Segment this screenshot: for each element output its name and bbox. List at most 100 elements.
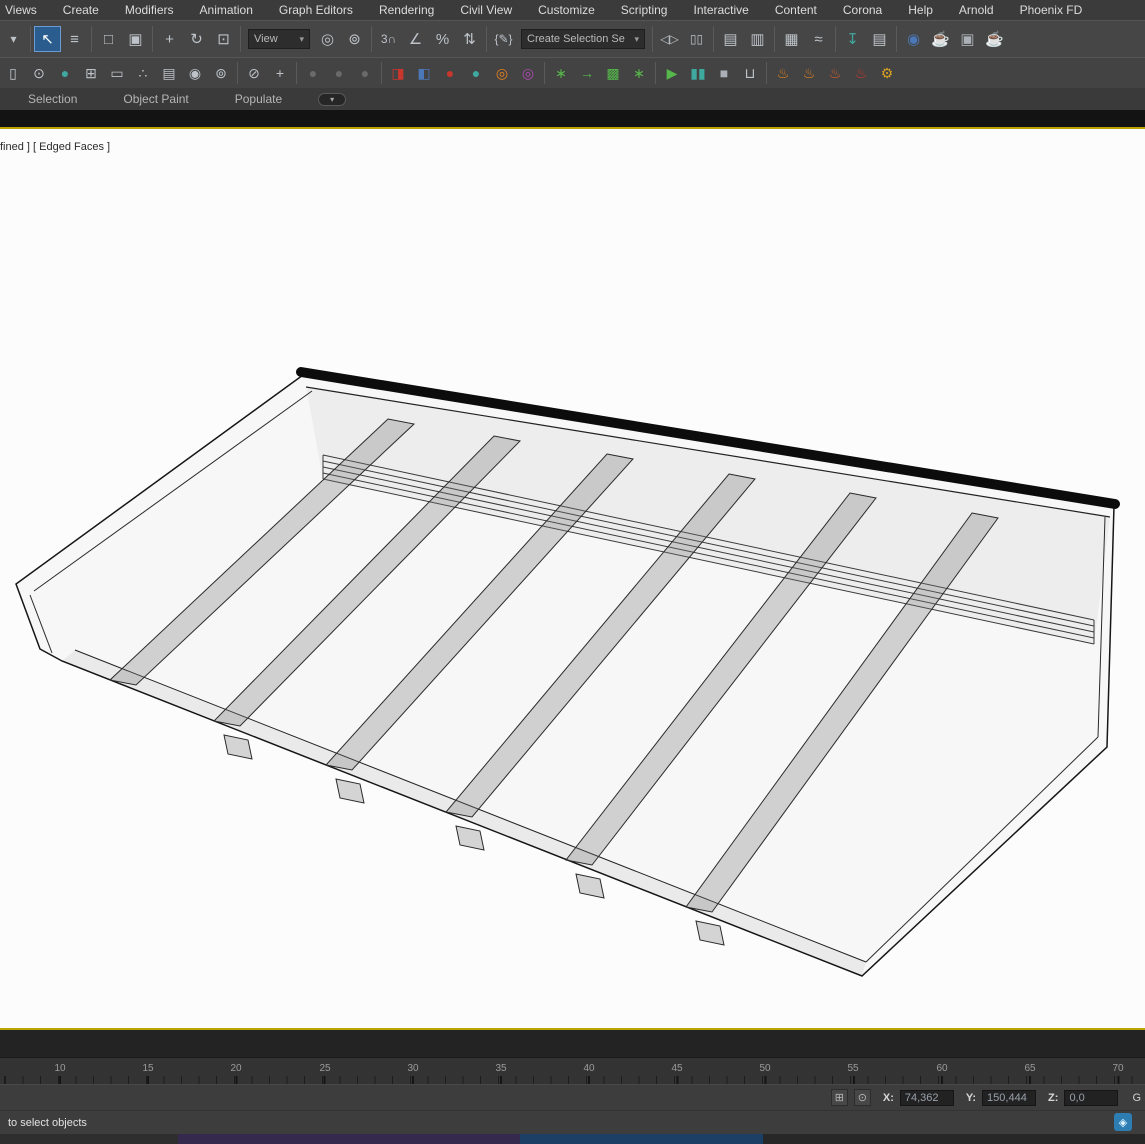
menu-item-civil-view[interactable]: Civil View xyxy=(447,0,525,20)
taskbar-app-blue[interactable] xyxy=(520,1134,763,1144)
isolate-selection-icon[interactable]: ▯ xyxy=(0,62,26,85)
material-editor-button[interactable]: ◉ xyxy=(900,26,927,52)
reference-coordinate-dropdown[interactable]: View xyxy=(248,29,310,49)
menu-item-scripting[interactable]: Scripting xyxy=(608,0,681,20)
populate-icon[interactable]: ∴ xyxy=(130,62,156,85)
play-button[interactable]: ▶ xyxy=(659,62,685,85)
scene-explorer-button[interactable]: ▥ xyxy=(744,26,771,52)
selection-lock-toggle[interactable]: ⊙ xyxy=(853,1089,871,1106)
toolbar-separator xyxy=(237,62,238,84)
angle-snap-button[interactable]: ∠ xyxy=(402,26,429,52)
percent-snap-button[interactable]: % xyxy=(429,26,456,52)
track-bar[interactable] xyxy=(0,1030,1145,1058)
ribbon-tab-selection[interactable]: Selection xyxy=(28,92,77,106)
sphere-tool-icon[interactable]: ● xyxy=(52,62,78,85)
select-and-rotate-button[interactable]: ↻ xyxy=(183,26,210,52)
use-pivot-center-button[interactable]: ◎ xyxy=(314,26,341,52)
edit-named-selection-sets-button[interactable]: {✎} xyxy=(490,26,517,52)
select-and-move-button[interactable]: + xyxy=(156,26,183,52)
select-by-name-button[interactable]: ≡ xyxy=(61,26,88,52)
dot-circle-icon[interactable]: ⊙ xyxy=(26,62,52,85)
inactive-dot-icon[interactable]: ● xyxy=(300,62,326,85)
cube-red-icon[interactable]: ◨ xyxy=(385,62,411,85)
rectangular-selection-region-button[interactable]: □ xyxy=(95,26,122,52)
spinner-snap-button[interactable]: ⇅ xyxy=(456,26,483,52)
liquid-drop-icon[interactable]: ● xyxy=(463,62,489,85)
z-coordinate-input[interactable] xyxy=(1064,1089,1119,1106)
stop-button[interactable]: ■ xyxy=(711,62,737,85)
menu-item-create[interactable]: Create xyxy=(50,0,112,20)
flame-icon[interactable]: ♨ xyxy=(796,62,822,85)
purple-ring-icon[interactable]: ◎ xyxy=(515,62,541,85)
menu-item-interactive[interactable]: Interactive xyxy=(680,0,761,20)
absolute-mode-toggle[interactable]: ⊞ xyxy=(830,1089,848,1106)
ribbon-tab-object-paint[interactable]: Object Paint xyxy=(123,92,188,106)
layer-explorer-button[interactable]: ▤ xyxy=(717,26,744,52)
lamp-icon[interactable]: ⊚ xyxy=(208,62,234,85)
menu-item-content[interactable]: Content xyxy=(762,0,830,20)
reference-coordinate-value: View xyxy=(254,33,278,45)
secondary-toolbar: ▯ ⊙ ● ⊞ ▭ ∴ ▤ ◉ ⊚ ⊘ + ● ● ● ◨ ◧ ● ● ◎ ◎ … xyxy=(0,57,1145,88)
menu-item-modifiers[interactable]: Modifiers xyxy=(112,0,187,20)
menu-item-animation[interactable]: Animation xyxy=(187,0,266,20)
inactive-dot-icon[interactable]: ● xyxy=(352,62,378,85)
inactive-dot-icon[interactable]: ● xyxy=(326,62,352,85)
menu-item-rendering[interactable]: Rendering xyxy=(366,0,447,20)
status-notification-icon[interactable]: ◈ xyxy=(1114,1113,1132,1131)
timeline-tick: 25 xyxy=(319,1063,331,1074)
render-production-button[interactable]: ☕ xyxy=(981,26,1008,52)
import-asset-button[interactable]: ↧ xyxy=(839,26,866,52)
corona-ring-icon[interactable]: ◎ xyxy=(489,62,515,85)
pause-button[interactable]: ▮▮ xyxy=(685,62,711,85)
gear-flame-icon[interactable]: ⚙ xyxy=(874,62,900,85)
flame-icon[interactable]: ♨ xyxy=(770,62,796,85)
x-coordinate-input[interactable] xyxy=(899,1089,954,1106)
window-crossing-toggle[interactable]: ▣ xyxy=(122,26,149,52)
curve-editor-button[interactable]: ≈ xyxy=(805,26,832,52)
flame-icon[interactable]: ♨ xyxy=(848,62,874,85)
named-selection-set-dropdown[interactable]: Create Selection Se xyxy=(521,29,645,49)
monitor-icon[interactable]: ▭ xyxy=(104,62,130,85)
export-arrow-icon[interactable]: → xyxy=(574,62,600,85)
align-button[interactable]: ▯▯ xyxy=(683,26,710,52)
flame-icon[interactable]: ♨ xyxy=(822,62,848,85)
ribbon-toggle-button[interactable]: ▦ xyxy=(778,26,805,52)
green-flower-icon[interactable]: ∗ xyxy=(548,62,574,85)
render-setup-button[interactable]: ☕ xyxy=(927,26,954,52)
menu-item-help[interactable]: Help xyxy=(895,0,946,20)
rendered-frame-window-button[interactable]: ▣ xyxy=(954,26,981,52)
timeline-ruler[interactable]: 10 15 20 25 30 35 40 45 50 55 60 65 70 xyxy=(0,1058,1145,1084)
y-coordinate-input[interactable] xyxy=(982,1089,1037,1106)
menu-item-corona[interactable]: Corona xyxy=(830,0,895,20)
cube-blue-icon[interactable]: ◧ xyxy=(411,62,437,85)
toolbar-separator xyxy=(296,62,297,84)
menu-item-graph-editors[interactable]: Graph Editors xyxy=(266,0,366,20)
select-object-button[interactable]: ↖ xyxy=(34,26,61,52)
menu-item-arnold[interactable]: Arnold xyxy=(946,0,1007,20)
burst-icon[interactable]: ∗ xyxy=(626,62,652,85)
add-box-icon[interactable]: ⊞ xyxy=(78,62,104,85)
arnold-sphere-icon[interactable]: ● xyxy=(437,62,463,85)
add-tool-icon[interactable]: + xyxy=(267,62,293,85)
delete-button[interactable]: ⊔ xyxy=(737,62,763,85)
asset-tracking-button[interactable]: ▤ xyxy=(866,26,893,52)
select-and-scale-button[interactable]: ⊡ xyxy=(210,26,237,52)
perspective-viewport[interactable]: fined ] [ Edged Faces ] xyxy=(0,127,1145,1030)
taskbar-app-purple[interactable] xyxy=(178,1134,520,1144)
eye-icon[interactable]: ◉ xyxy=(182,62,208,85)
panel-icon[interactable]: ▤ xyxy=(156,62,182,85)
menu-item-phoenix-fd[interactable]: Phoenix FD xyxy=(1007,0,1096,20)
timeline-tick: 45 xyxy=(671,1063,683,1074)
slice-tool-icon[interactable]: ⊘ xyxy=(241,62,267,85)
select-and-manipulate-button[interactable]: ⊚ xyxy=(341,26,368,52)
z-coordinate-label: Z: xyxy=(1048,1091,1059,1104)
checker-map-icon[interactable]: ▩ xyxy=(600,62,626,85)
ribbon-collapse-toggle[interactable]: ▾ xyxy=(318,92,347,106)
named-selection-set-value: Create Selection Se xyxy=(527,33,625,45)
toolbar-overflow-icon[interactable]: ▾ xyxy=(0,26,27,52)
ribbon-tab-populate[interactable]: Populate xyxy=(235,92,282,106)
mirror-button[interactable]: ◁▷ xyxy=(656,26,683,52)
snaps-toggle-button[interactable]: 3∩ xyxy=(375,26,402,52)
menu-item-customize[interactable]: Customize xyxy=(525,0,608,20)
menu-item-views[interactable]: Views xyxy=(0,0,50,20)
